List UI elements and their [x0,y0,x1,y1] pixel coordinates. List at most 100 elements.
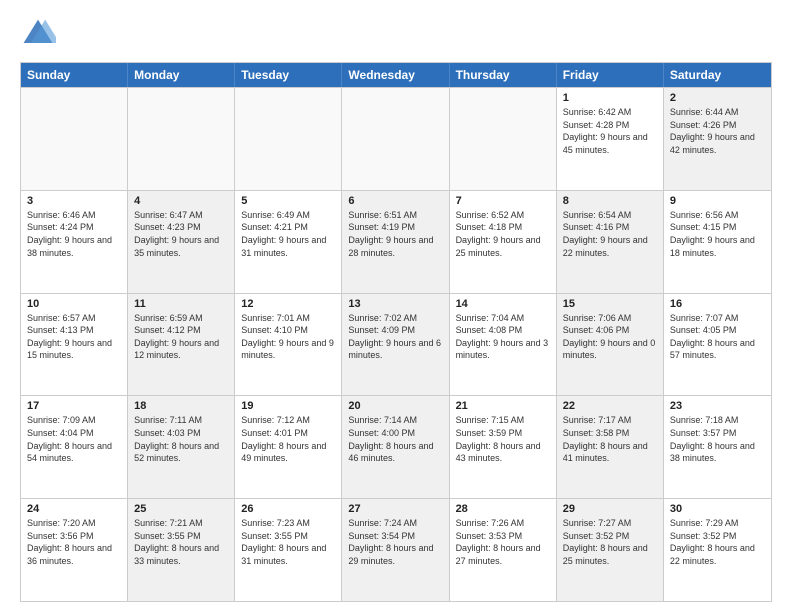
day-number: 9 [670,195,765,207]
day-number: 24 [27,503,121,515]
day-number: 18 [134,400,228,412]
calendar-cell: 14Sunrise: 7:04 AM Sunset: 4:08 PM Dayli… [450,294,557,396]
day-info: Sunrise: 6:46 AM Sunset: 4:24 PM Dayligh… [27,209,121,259]
day-info: Sunrise: 6:47 AM Sunset: 4:23 PM Dayligh… [134,209,228,259]
calendar-cell: 3 Sunrise: 6:46 AM Sunset: 4:24 PM Daylig… [21,191,128,293]
calendar-row-3: 10 Sunrise: 6:57 AM Sunset: 4:13 PM Dayli… [21,293,771,396]
calendar-cell: 11 Sunrise: 6:59 AM Sunset: 4:12 PM Dayli… [128,294,235,396]
calendar-cell: 16 Sunrise: 7:07 AM Sunset: 4:05 PM Dayli… [664,294,771,396]
calendar-cell: 25 Sunrise: 7:21 AM Sunset: 3:55 PM Dayli… [128,499,235,601]
day-number: 6 [348,195,442,207]
day-info: Sunrise: 7:07 AM Sunset: 4:05 PM Dayligh… [670,312,765,362]
calendar-cell [450,88,557,190]
day-number: 3 [27,195,121,207]
header-day-tuesday: Tuesday [235,63,342,87]
header-day-wednesday: Wednesday [342,63,449,87]
calendar-cell: 7 Sunrise: 6:52 AM Sunset: 4:18 PM Daylig… [450,191,557,293]
calendar-cell: 20Sunrise: 7:14 AM Sunset: 4:00 PM Dayli… [342,396,449,498]
calendar-cell: 2Sunrise: 6:44 AM Sunset: 4:26 PM Daylig… [664,88,771,190]
day-info: Sunrise: 6:42 AM Sunset: 4:28 PM Dayligh… [563,106,657,156]
calendar-cell: 27Sunrise: 7:24 AM Sunset: 3:54 PM Dayli… [342,499,449,601]
day-info: Sunrise: 6:51 AM Sunset: 4:19 PM Dayligh… [348,209,442,259]
day-info: Sunrise: 6:59 AM Sunset: 4:12 PM Dayligh… [134,312,228,362]
day-info: Sunrise: 7:01 AM Sunset: 4:10 PM Dayligh… [241,312,335,362]
calendar-cell: 10 Sunrise: 6:57 AM Sunset: 4:13 PM Dayli… [21,294,128,396]
calendar-cell: 8 Sunrise: 6:54 AM Sunset: 4:16 PM Daylig… [557,191,664,293]
day-info: Sunrise: 7:14 AM Sunset: 4:00 PM Dayligh… [348,414,442,464]
calendar-cell: 23 Sunrise: 7:18 AM Sunset: 3:57 PM Dayli… [664,396,771,498]
day-info: Sunrise: 7:15 AM Sunset: 3:59 PM Dayligh… [456,414,550,464]
calendar-body: 1 Sunrise: 6:42 AM Sunset: 4:28 PM Daylig… [21,87,771,601]
calendar-cell: 9 Sunrise: 6:56 AM Sunset: 4:15 PM Daylig… [664,191,771,293]
day-info: Sunrise: 7:27 AM Sunset: 3:52 PM Dayligh… [563,517,657,567]
calendar-cell [235,88,342,190]
day-info: Sunrise: 7:02 AM Sunset: 4:09 PM Dayligh… [348,312,442,362]
calendar-cell [128,88,235,190]
calendar-cell [21,88,128,190]
day-info: Sunrise: 7:11 AM Sunset: 4:03 PM Dayligh… [134,414,228,464]
logo [20,16,60,52]
calendar-cell: 13 Sunrise: 7:02 AM Sunset: 4:09 PM Dayli… [342,294,449,396]
day-number: 19 [241,400,335,412]
day-number: 26 [241,503,335,515]
calendar-cell: 19 Sunrise: 7:12 AM Sunset: 4:01 PM Dayli… [235,396,342,498]
calendar-cell: 22Sunrise: 7:17 AM Sunset: 3:58 PM Dayli… [557,396,664,498]
day-number: 23 [670,400,765,412]
calendar-row-2: 3 Sunrise: 6:46 AM Sunset: 4:24 PM Daylig… [21,190,771,293]
calendar-cell [342,88,449,190]
calendar-cell: 17 Sunrise: 7:09 AM Sunset: 4:04 PM Dayli… [21,396,128,498]
day-number: 11 [134,298,228,310]
day-number: 2 [670,92,765,104]
day-number: 15 [563,298,657,310]
header-day-sunday: Sunday [21,63,128,87]
day-number: 7 [456,195,550,207]
day-info: Sunrise: 7:26 AM Sunset: 3:53 PM Dayligh… [456,517,550,567]
day-info: Sunrise: 7:23 AM Sunset: 3:55 PM Dayligh… [241,517,335,567]
header-day-thursday: Thursday [450,63,557,87]
day-info: Sunrise: 7:18 AM Sunset: 3:57 PM Dayligh… [670,414,765,464]
day-number: 16 [670,298,765,310]
calendar-cell: 5Sunrise: 6:49 AM Sunset: 4:21 PM Daylig… [235,191,342,293]
day-number: 1 [563,92,657,104]
day-number: 30 [670,503,765,515]
day-info: Sunrise: 6:54 AM Sunset: 4:16 PM Dayligh… [563,209,657,259]
day-info: Sunrise: 7:12 AM Sunset: 4:01 PM Dayligh… [241,414,335,464]
day-number: 21 [456,400,550,412]
calendar-cell: 30 Sunrise: 7:29 AM Sunset: 3:52 PM Dayli… [664,499,771,601]
day-number: 17 [27,400,121,412]
calendar-cell: 29 Sunrise: 7:27 AM Sunset: 3:52 PM Dayli… [557,499,664,601]
day-number: 12 [241,298,335,310]
day-number: 14 [456,298,550,310]
day-info: Sunrise: 6:49 AM Sunset: 4:21 PM Dayligh… [241,209,335,259]
calendar-cell: 21 Sunrise: 7:15 AM Sunset: 3:59 PM Dayli… [450,396,557,498]
calendar-cell: 15 Sunrise: 7:06 AM Sunset: 4:06 PM Dayli… [557,294,664,396]
day-info: Sunrise: 7:21 AM Sunset: 3:55 PM Dayligh… [134,517,228,567]
calendar-cell: 4 Sunrise: 6:47 AM Sunset: 4:23 PM Daylig… [128,191,235,293]
logo-icon [20,16,56,52]
day-info: Sunrise: 7:20 AM Sunset: 3:56 PM Dayligh… [27,517,121,567]
day-number: 10 [27,298,121,310]
page: SundayMondayTuesdayWednesdayThursdayFrid… [0,0,792,612]
day-number: 25 [134,503,228,515]
day-info: Sunrise: 7:09 AM Sunset: 4:04 PM Dayligh… [27,414,121,464]
calendar-cell: 24 Sunrise: 7:20 AM Sunset: 3:56 PM Dayli… [21,499,128,601]
calendar-row-4: 17 Sunrise: 7:09 AM Sunset: 4:04 PM Dayli… [21,395,771,498]
calendar-cell: 28Sunrise: 7:26 AM Sunset: 3:53 PM Dayli… [450,499,557,601]
day-number: 13 [348,298,442,310]
day-number: 4 [134,195,228,207]
day-info: Sunrise: 6:57 AM Sunset: 4:13 PM Dayligh… [27,312,121,362]
header-day-friday: Friday [557,63,664,87]
calendar-row-5: 24 Sunrise: 7:20 AM Sunset: 3:56 PM Dayli… [21,498,771,601]
day-number: 29 [563,503,657,515]
day-info: Sunrise: 7:29 AM Sunset: 3:52 PM Dayligh… [670,517,765,567]
header-day-monday: Monday [128,63,235,87]
calendar-cell: 26 Sunrise: 7:23 AM Sunset: 3:55 PM Dayli… [235,499,342,601]
day-info: Sunrise: 6:52 AM Sunset: 4:18 PM Dayligh… [456,209,550,259]
calendar-header: SundayMondayTuesdayWednesdayThursdayFrid… [21,63,771,87]
day-info: Sunrise: 6:56 AM Sunset: 4:15 PM Dayligh… [670,209,765,259]
header-day-saturday: Saturday [664,63,771,87]
day-number: 8 [563,195,657,207]
calendar-cell: 6 Sunrise: 6:51 AM Sunset: 4:19 PM Daylig… [342,191,449,293]
calendar-cell: 18 Sunrise: 7:11 AM Sunset: 4:03 PM Dayli… [128,396,235,498]
day-info: Sunrise: 7:06 AM Sunset: 4:06 PM Dayligh… [563,312,657,362]
